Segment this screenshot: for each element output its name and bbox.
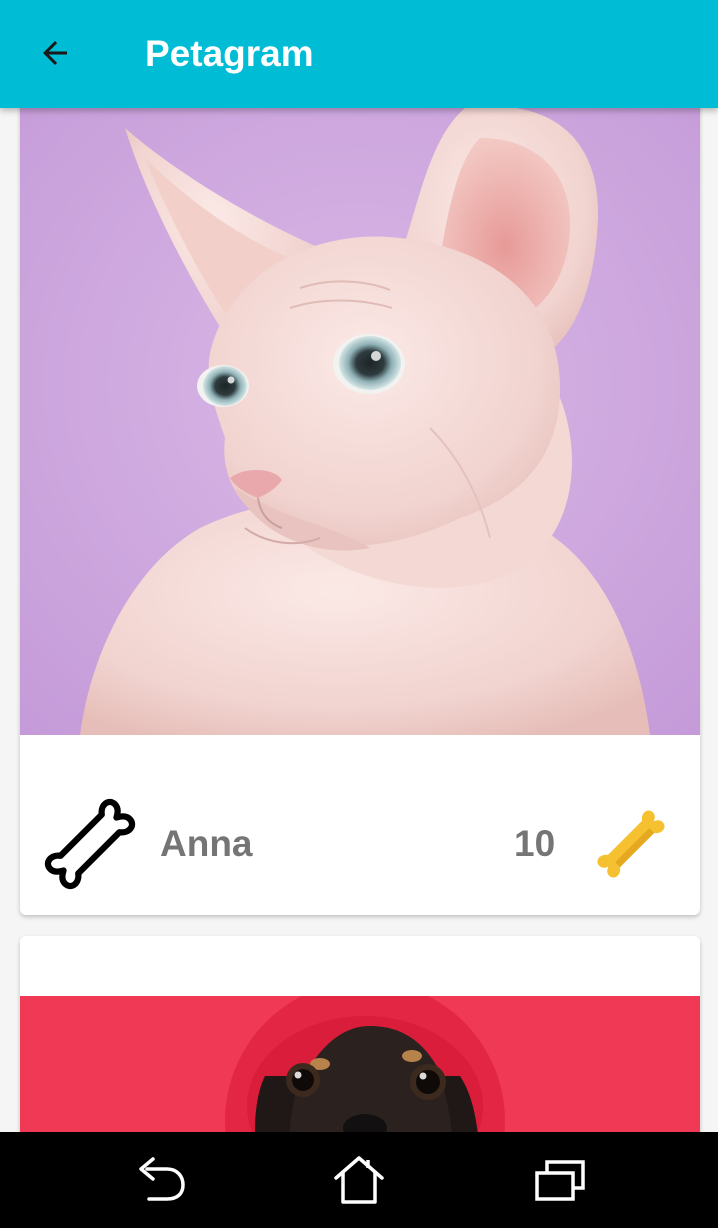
pet-card: Anna 10 (20, 108, 700, 915)
screen: Petagram Anna 10 (0, 0, 718, 1228)
cat-illustration (20, 108, 700, 735)
nav-recents-icon (535, 1160, 585, 1201)
bone-outline-icon (44, 798, 136, 890)
nav-recents-button[interactable] (528, 1150, 592, 1210)
rate-button[interactable] (38, 792, 142, 896)
pet-name: Anna (160, 823, 253, 864)
bone-filled-icon (597, 810, 665, 878)
like-button[interactable] (586, 801, 676, 887)
system-nav-bar (0, 1132, 718, 1228)
app-bar: Petagram (0, 0, 718, 108)
arrow-back-icon (43, 41, 67, 65)
pet-card (20, 936, 700, 1132)
dog-illustration (20, 996, 700, 1132)
nav-back-button[interactable] (128, 1150, 192, 1210)
pet-feed[interactable]: Anna 10 (0, 108, 718, 1132)
rating-count: 10 (514, 823, 556, 864)
nav-home-icon (334, 1156, 384, 1204)
card-footer: Anna 10 (20, 735, 700, 915)
pet-photo (20, 996, 700, 1132)
app-title: Petagram (145, 33, 314, 74)
pet-photo (20, 108, 700, 735)
back-button[interactable] (26, 26, 84, 80)
nav-back-icon (139, 1157, 185, 1201)
nav-home-button[interactable] (327, 1150, 391, 1210)
